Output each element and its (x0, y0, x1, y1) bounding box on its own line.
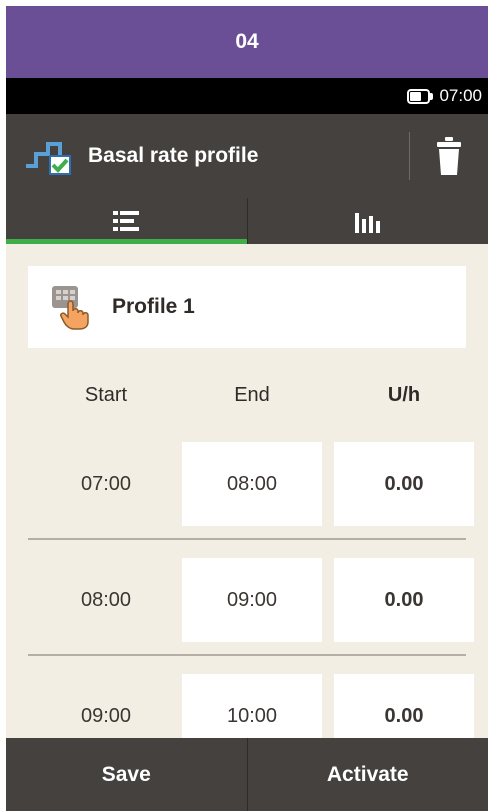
view-tabs (6, 198, 488, 244)
table-row: 07:00 08:00 0.00 (6, 442, 488, 526)
header-bar: Basal rate profile (6, 114, 488, 198)
status-time: 07:00 (439, 86, 482, 105)
start-time: 08:00 (80, 588, 132, 611)
table-row: 08:00 09:00 0.00 (6, 558, 488, 642)
end-time-field[interactable]: 09:00 (182, 558, 322, 642)
trash-icon (437, 137, 461, 175)
page-title: Basal rate profile (88, 144, 259, 167)
column-header-start: Start (84, 384, 128, 406)
hand-select-icon (52, 286, 89, 330)
tab-list-view[interactable] (6, 198, 247, 244)
bar-chart-icon (354, 213, 380, 233)
delete-button[interactable] (410, 114, 488, 198)
column-header-rate: U/h (387, 384, 421, 406)
start-time: 07:00 (80, 472, 132, 495)
basal-profile-icon (26, 142, 71, 175)
column-header-end: End (234, 384, 270, 406)
status-bar: 07:00 (6, 78, 488, 114)
list-view-icon (113, 211, 140, 231)
end-time-field[interactable]: 08:00 (182, 442, 322, 526)
save-button[interactable]: Save (6, 738, 247, 811)
tab-chart-view[interactable] (246, 198, 489, 244)
battery-icon (407, 88, 434, 104)
rate-field[interactable]: 0.00 (334, 558, 474, 642)
step-banner: 04 (6, 6, 488, 78)
row-divider (28, 654, 466, 656)
device-screen: 07:00 Basal rate profile Profile 1 Start… (6, 78, 488, 811)
footer-bar: Save Activate (6, 738, 488, 811)
rate-field[interactable]: 0.00 (334, 442, 474, 526)
step-number: 04 (235, 30, 259, 53)
profile-selector[interactable]: Profile 1 (28, 266, 466, 348)
profile-name: Profile 1 (112, 295, 195, 318)
activate-button[interactable]: Activate (246, 738, 489, 811)
row-divider (28, 538, 466, 540)
